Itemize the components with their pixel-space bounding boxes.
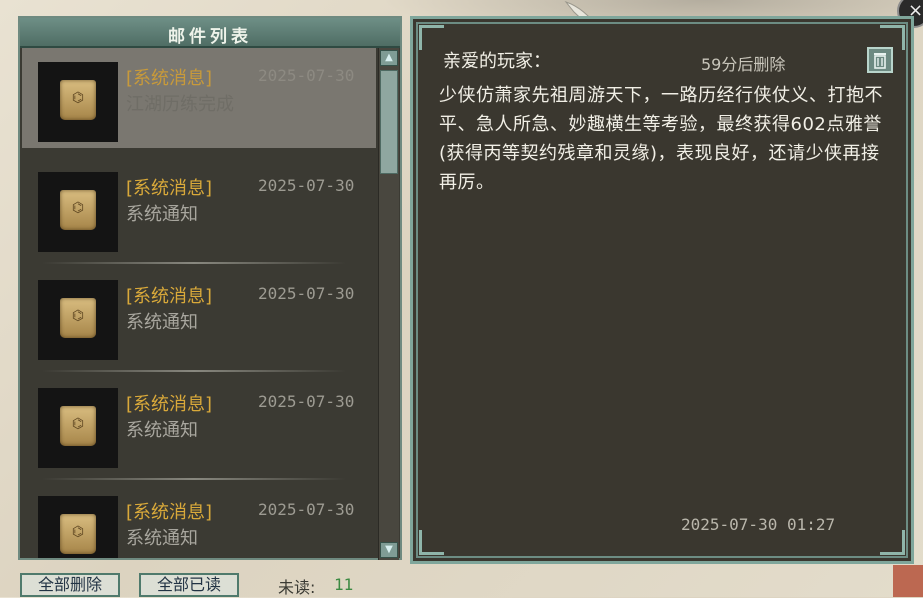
mail-icon-frame: ⌬ [38, 496, 118, 558]
frame-corner [419, 25, 444, 50]
mail-seal-icon: ⌬ [60, 406, 96, 446]
seal-stamp-logo [893, 565, 923, 597]
read-all-button[interactable]: 全部已读 [139, 573, 239, 597]
mail-greeting: 亲爱的玩家： [443, 51, 551, 72]
mail-list: ⌬ [系统消息] 2025-07-30 江湖历练完成 ⌬ [系统消息] 2025… [22, 48, 376, 558]
mail-date: 2025-07-30 [258, 284, 355, 303]
scroll-up-arrow-icon[interactable]: ▲ [380, 50, 398, 66]
mail-icon-frame: ⌬ [38, 62, 118, 142]
mail-list-item[interactable]: ⌬ [系统消息] 2025-07-30 系统通知 [22, 374, 376, 480]
frame-corner [880, 530, 905, 555]
mail-date: 2025-07-30 [258, 392, 355, 411]
scroll-thumb[interactable] [380, 70, 398, 174]
mail-body: 少侠仿萧家先祖周游天下，一路历经行侠仗义、打抱不平、急人所急、妙趣横生等考验，最… [439, 85, 883, 193]
mail-tag: [系统消息] [126, 178, 213, 199]
mail-tag: [系统消息] [126, 68, 213, 89]
mail-detail-panel: 亲爱的玩家： 59分后删除 少侠仿萧家先祖周游天下，一路历经行侠仗义、打抱不平、… [410, 16, 914, 564]
mail-seal-icon: ⌬ [60, 80, 96, 120]
mail-list-item[interactable]: ⌬ [系统消息] 2025-07-30 系统通知 [22, 266, 376, 372]
mail-list-scrollbar[interactable]: ▲ ▼ [378, 48, 399, 560]
mail-date: 2025-07-30 [258, 66, 355, 85]
mail-tag: [系统消息] [126, 286, 213, 307]
mail-list-title: 邮件列表 [168, 27, 252, 47]
divider [42, 262, 346, 264]
mail-icon-frame: ⌬ [38, 280, 118, 360]
mail-subject: 系统通知 [126, 312, 198, 333]
mail-date: 2025-07-30 [258, 500, 355, 519]
mail-tag: [系统消息] [126, 394, 213, 415]
mail-list-item[interactable]: ⌬ [系统消息] 2025-07-30 系统通知 [22, 158, 376, 264]
delete-all-button[interactable]: 全部删除 [20, 573, 120, 597]
mail-icon-frame: ⌬ [38, 172, 118, 252]
mail-list-item[interactable]: ⌬ [系统消息] 2025-07-30 江湖历练完成 [22, 48, 376, 148]
mail-seal-icon: ⌬ [60, 190, 96, 230]
mail-seal-icon: ⌬ [60, 514, 96, 554]
mail-seal-icon: ⌬ [60, 298, 96, 338]
mail-icon-frame: ⌬ [38, 388, 118, 468]
mail-timestamp: 2025-07-30 01:27 [681, 515, 836, 534]
divider [42, 478, 346, 480]
frame-corner [419, 530, 444, 555]
delete-mail-button[interactable] [867, 47, 893, 73]
scroll-down-arrow-icon[interactable]: ▼ [380, 542, 398, 558]
unread-label: 未读: [278, 578, 316, 597]
divider [42, 370, 346, 372]
mail-subject: 系统通知 [126, 204, 198, 225]
mail-tag: [系统消息] [126, 502, 213, 523]
mail-subject: 系统通知 [126, 420, 198, 441]
unread-count: 11 [334, 575, 354, 594]
trash-icon [874, 53, 886, 69]
mail-subject: 系统通知 [126, 528, 198, 549]
mail-date: 2025-07-30 [258, 176, 355, 195]
mail-expire-time: 59分后删除 [701, 55, 786, 74]
mail-list-header: 邮件列表 [20, 18, 400, 48]
mail-subject: 江湖历练完成 [126, 94, 234, 115]
mail-list-item[interactable]: ⌬ [系统消息] 2025-07-30 系统通知 [22, 482, 376, 558]
mail-list-panel: 邮件列表 ⌬ [系统消息] 2025-07-30 江湖历练完成 ⌬ [系统消息]… [18, 16, 402, 560]
